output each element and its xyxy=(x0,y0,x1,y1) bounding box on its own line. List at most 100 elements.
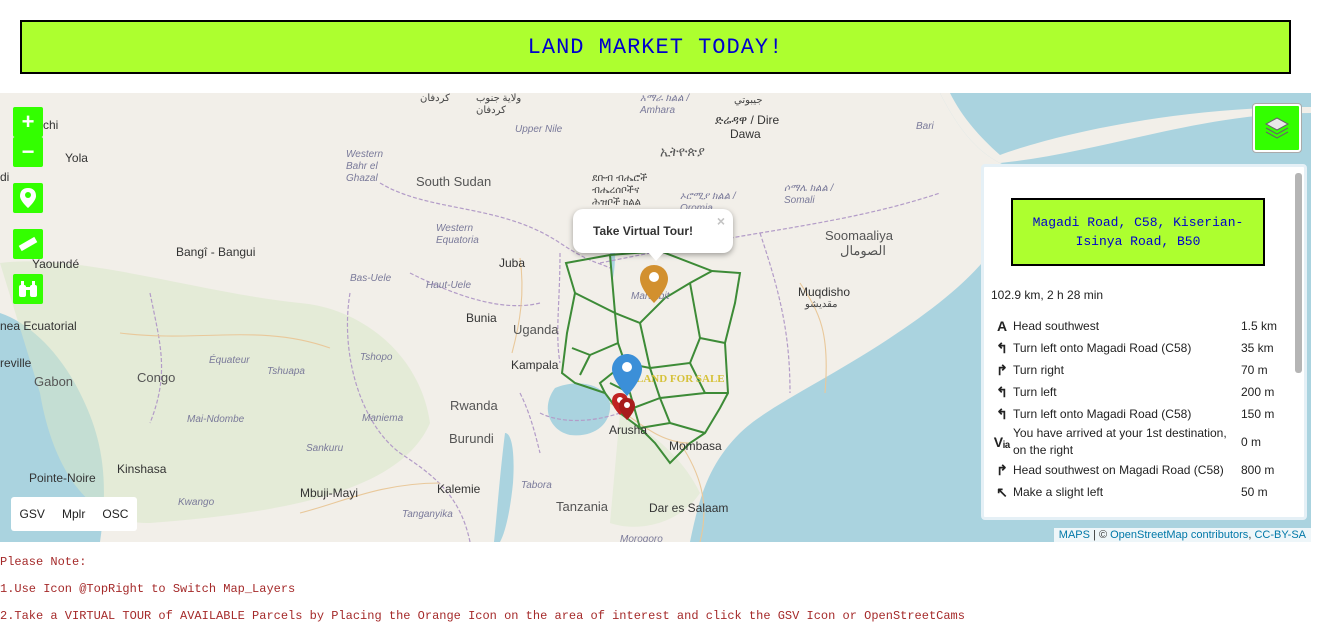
measure-button[interactable] xyxy=(13,229,43,259)
route-step-row[interactable]: ↰ Turn left onto Magadi Road (C58) 150 m xyxy=(991,403,1281,425)
route-step-direction-icon: A xyxy=(996,318,1008,334)
mplr-option[interactable]: Mplr xyxy=(62,507,85,521)
map-label-dire-dawa: ድሬዳዋ / Dire xyxy=(715,113,780,127)
notes-heading: Please Note: xyxy=(0,555,87,569)
binoculars-icon xyxy=(19,281,37,297)
notes-section: Please Note: 1.Use Icon @TopRight to Swi… xyxy=(0,555,965,636)
map-pin-icon xyxy=(20,188,36,208)
route-step-direction-icon: ↱ xyxy=(996,361,1008,378)
map-label-yaounde: Yaoundé xyxy=(32,257,80,271)
map-label-gabon: Gabon xyxy=(34,374,74,389)
map-label-bari: Bari xyxy=(916,121,934,132)
attribution-license-link[interactable]: CC-BY-SA xyxy=(1254,529,1306,541)
map-label-reville: reville xyxy=(0,356,32,370)
popup-close-button[interactable]: × xyxy=(717,213,725,229)
route-step-row[interactable]: ↰ Turn left 200 m xyxy=(991,381,1281,403)
map-label-kwango: Kwango xyxy=(178,497,215,508)
routing-panel-scrollbar[interactable] xyxy=(1295,173,1302,373)
map-label-pointe-noire: Pointe-Noire xyxy=(29,471,96,485)
route-step-distance: 150 m xyxy=(1241,407,1275,421)
map-label-sankuru: Sankuru xyxy=(306,443,344,454)
route-step-distance: 1.5 km xyxy=(1241,319,1278,333)
route-step-instruction: Turn left onto Magadi Road (C58) xyxy=(1013,406,1192,421)
route-step-direction-icon: ↰ xyxy=(996,405,1008,422)
route-step-direction-icon: Vᵢₐ xyxy=(993,434,1011,450)
map-label-amhara: አማራ ክልል / Amhara xyxy=(640,93,690,116)
map-label-rwanda: Rwanda xyxy=(450,398,498,413)
map-label-western-equatoria: Western Equatoria xyxy=(436,223,479,246)
map-label-mbuji-mayi: Mbuji-Mayi xyxy=(300,486,359,500)
gsv-option[interactable]: GSV xyxy=(20,507,45,521)
map-label-muqdisho-ar: مقديشو xyxy=(805,299,838,310)
map-label-muqdisho: Muqdisho xyxy=(798,285,851,299)
map-label-morogoro: Morogoro xyxy=(620,534,663,542)
map-label-tanganyika: Tanganyika xyxy=(402,509,453,520)
map-label-mai-ndombe: Mai-Ndombe xyxy=(187,414,245,425)
route-step-distance: 0 m xyxy=(1241,435,1262,449)
map-label-south-sudan: South Sudan xyxy=(416,174,492,189)
map-label-dar-es-salaam: Dar es Salaam xyxy=(649,501,729,515)
route-step-row[interactable]: ↱ Head southwest on Magadi Road (C58) 800 … xyxy=(991,459,1281,481)
layers-icon xyxy=(1264,117,1290,139)
map-label-tanzania: Tanzania xyxy=(556,499,609,514)
route-step-row[interactable]: ↖ Make a slight left 50 m xyxy=(991,481,1281,503)
map-label-di: di xyxy=(0,170,10,184)
route-step-distance: 35 km xyxy=(1241,341,1274,355)
map-label-maniema: Maniema xyxy=(362,413,404,424)
map-label-dire-dawa-2: Dawa xyxy=(730,127,761,141)
route-step-row[interactable]: A Head southwest 1.5 km xyxy=(991,315,1281,337)
zoom-out-button[interactable]: − xyxy=(13,137,43,167)
blue-location-marker-icon[interactable] xyxy=(612,354,642,396)
map-label-tabora: Tabora xyxy=(521,480,552,491)
map-label-ethiopia: ኢትዮጵያ xyxy=(660,144,705,159)
map-label-arusha: Arusha xyxy=(609,423,648,437)
route-step-row[interactable]: ↱ Turn right 70 m xyxy=(991,359,1281,381)
attribution-maps-link[interactable]: MAPS xyxy=(1059,529,1090,541)
route-step-instruction: You have arrived at your 1st destination… xyxy=(1013,426,1227,457)
route-title: Magadi Road, C58, Kiserian-Isinya Road, … xyxy=(1011,198,1265,266)
map-view[interactable]: South Sudan Uganda Rwanda Burundi Congo … xyxy=(0,93,1311,542)
route-step-direction-icon: ↰ xyxy=(996,339,1008,356)
map-label-somali-region: ሶማሌ ክልል / Somali xyxy=(784,183,834,206)
route-step-row[interactable]: Vᵢₐ You have arrived at your 1st destinat… xyxy=(991,425,1281,459)
map-label-mombasa: Mombasa xyxy=(669,439,722,453)
map-label-kalemie: Kalemie xyxy=(437,482,481,496)
map-label-tshopo: Tshopo xyxy=(360,352,393,363)
map-label-snnpr: ደቡብ ብሔሮች ብሔረሰቦችና ሕዝቦች ክልል xyxy=(592,173,648,208)
red-marker-icon-2[interactable] xyxy=(619,398,635,420)
map-label-upper-nile: Upper Nile xyxy=(515,124,563,135)
virtual-tour-popup: Take Virtual Tour! × xyxy=(573,209,733,261)
route-summary: 102.9 km, 2 h 28 min xyxy=(991,288,1104,302)
map-attribution: MAPS | © OpenStreetMap contributors, CC-… xyxy=(1053,528,1311,542)
popup-tip xyxy=(647,251,665,261)
map-label-kordofan: كردفان xyxy=(420,93,450,104)
route-step-instruction: Turn left onto Magadi Road (C58) xyxy=(1013,340,1192,355)
map-label-juba: Juba xyxy=(499,256,526,270)
attribution-osm-link[interactable]: OpenStreetMap contributors xyxy=(1110,529,1248,541)
street-view-button[interactable] xyxy=(13,274,43,304)
site-banner: LAND MARKET TODAY! xyxy=(20,20,1291,74)
draw-marker-button[interactable] xyxy=(13,183,43,213)
map-label-kinshasa: Kinshasa xyxy=(117,462,167,476)
route-step-instruction: Turn right xyxy=(1013,362,1064,377)
ruler-icon xyxy=(18,236,38,252)
route-step-instruction: Head southwest on Magadi Road (C58) xyxy=(1013,462,1224,477)
route-steps-table: A Head southwest 1.5 km ↰ Turn left onto Mag… xyxy=(991,315,1281,503)
attribution-separator: | © xyxy=(1089,529,1111,541)
map-label-equateur: Équateur xyxy=(209,355,250,366)
land-for-sale-label: LAND FOR SALE xyxy=(636,373,725,385)
notes-line-1: 1.Use Icon @TopRight to Switch Map_Layer… xyxy=(0,582,296,596)
route-step-distance: 50 m xyxy=(1241,485,1268,499)
orange-marker-icon[interactable] xyxy=(640,265,668,303)
map-label-chi: chi xyxy=(43,118,59,132)
osc-option[interactable]: OSC xyxy=(102,507,128,521)
route-step-row[interactable]: ↰ Turn left onto Magadi Road (C58) 35 km xyxy=(991,337,1281,359)
popup-text: Take Virtual Tour! xyxy=(593,224,694,238)
route-step-direction-icon: ↱ xyxy=(996,461,1008,478)
zoom-in-button[interactable]: + xyxy=(13,107,43,137)
street-service-switch: GSV Mplr OSC xyxy=(11,497,137,531)
map-label-bas-uele: Bas-Uele xyxy=(350,273,392,284)
route-step-distance: 200 m xyxy=(1241,385,1275,399)
routing-panel: Magadi Road, C58, Kiserian-Isinya Road, … xyxy=(981,164,1307,520)
layers-switch-button[interactable] xyxy=(1253,104,1301,152)
